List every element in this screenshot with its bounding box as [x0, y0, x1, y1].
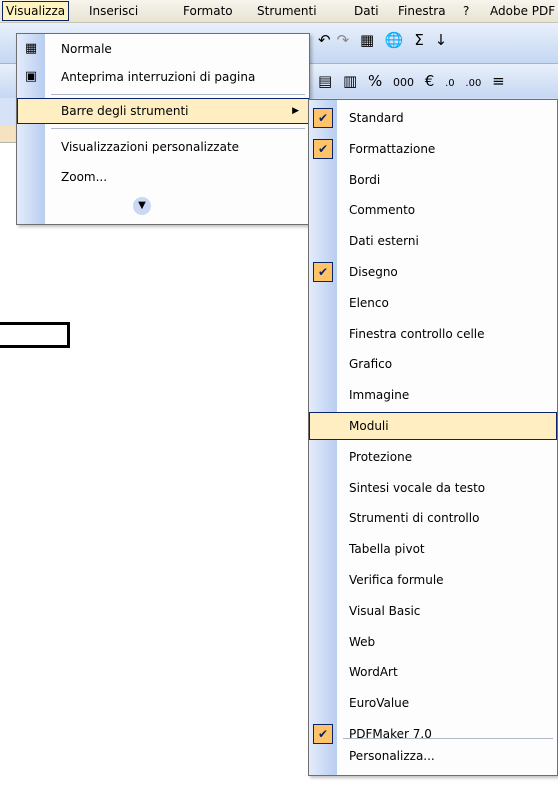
increase-decimal-icon[interactable]: .0	[445, 78, 455, 89]
submenu-item-label: Elenco	[349, 295, 389, 310]
submenu-item-grafico[interactable]: ✔Grafico	[309, 350, 557, 378]
submenu-item-tabella-pivot[interactable]: ✔Tabella pivot	[309, 535, 557, 563]
checkmark-icon: ✔	[313, 138, 333, 159]
menu-gutter	[17, 34, 45, 224]
undo-icon[interactable]: ↶	[318, 31, 331, 49]
submenu-item-standard[interactable]: ✔ Standard	[309, 104, 557, 132]
submenu-item-commento[interactable]: ✔Commento	[309, 196, 557, 224]
menu-item-anteprima[interactable]: ▣ Anteprima interruzioni di pagina	[17, 64, 309, 90]
submenu-item-immagine[interactable]: ✔Immagine	[309, 381, 557, 409]
submenu-item-label: Grafico	[349, 357, 393, 372]
normal-view-icon: ▦	[24, 41, 38, 56]
menu-strumenti[interactable]: Strumenti	[257, 3, 317, 19]
submenu-item-strumenti-di-controllo[interactable]: ✔Strumenti di controllo	[309, 504, 557, 532]
submenu-item-finestra-controllo-celle[interactable]: ✔Finestra controllo celle	[309, 320, 557, 348]
menu-formato[interactable]: Formato	[183, 3, 233, 19]
submenu-item-label: Sintesi vocale da testo	[349, 480, 486, 495]
submenu-item-personalizza[interactable]: ✔Personalizza...	[309, 742, 557, 770]
view-menu: ▦ Normale ▣ Anteprima interruzioni di pa…	[16, 33, 310, 225]
menu-separator	[51, 128, 305, 129]
submenu-item-label: Formattazione	[349, 141, 436, 156]
indent-icon[interactable]: ≡	[492, 72, 505, 90]
page-break-preview-icon: ▣	[24, 69, 38, 84]
submenu-item-bordi[interactable]: ✔Bordi	[309, 166, 557, 194]
menu-adobe-pdf[interactable]: Adobe PDF	[490, 3, 555, 19]
merge-cells-icon[interactable]: ▤	[318, 72, 332, 90]
submenu-item-label: Finestra controllo celle	[349, 326, 485, 341]
menu-finestra[interactable]: Finestra	[398, 3, 446, 19]
double-chevron-down-icon[interactable]: ▼	[133, 197, 151, 215]
submenu-item-eurovalue[interactable]: ✔EuroValue	[309, 689, 557, 717]
checkmark-icon: ✔	[313, 262, 333, 282]
submenu-item-verifica-formule[interactable]: ✔Verifica formule	[309, 566, 557, 594]
submenu-item-label: EuroValue	[349, 696, 410, 711]
submenu-item-label: Dati esterni	[349, 234, 419, 249]
menu-item-visualizzazioni[interactable]: Visualizzazioni personalizzate	[17, 134, 309, 160]
menu-separator	[51, 94, 305, 95]
submenu-item-label: Bordi	[349, 172, 381, 187]
submenu-item-label: Moduli	[349, 419, 389, 433]
menu-bar: Visualizza Inserisci Formato Strumenti D…	[0, 0, 558, 23]
menu-item-normale[interactable]: ▦ Normale	[17, 36, 309, 62]
submenu-item-disegno[interactable]: ✔ Disegno	[309, 258, 557, 286]
submenu-item-label: Commento	[349, 203, 416, 218]
submenu-item-label: Protezione	[349, 449, 413, 464]
submenu-item-visual-basic[interactable]: ✔Visual Basic	[309, 597, 557, 625]
submenu-item-formattazione[interactable]: ✔ Formattazione	[309, 135, 557, 163]
menu-item-label: Zoom...	[61, 170, 108, 184]
menu-item-label: Barre degli strumenti	[61, 104, 189, 118]
submenu-item-label: Disegno	[349, 265, 398, 279]
submenu-item-sintesi-vocale-da-testo[interactable]: ✔Sintesi vocale da testo	[309, 474, 557, 502]
sort-ascending-icon[interactable]: ↓	[435, 31, 448, 49]
submenu-item-label: Standard	[349, 111, 404, 125]
submenu-arrow-icon: ▶	[292, 106, 299, 116]
submenu-item-protezione[interactable]: ✔Protezione	[309, 443, 557, 471]
menu-item-label: Anteprima interruzioni di pagina	[61, 70, 256, 84]
copy-format-icon[interactable]: ▦	[360, 31, 374, 49]
submenu-item-elenco[interactable]: ✔Elenco	[309, 289, 557, 317]
submenu-item-label: Tabella pivot	[349, 542, 425, 557]
submenu-item-label: Visual Basic	[349, 603, 421, 618]
checkmark-icon: ✔	[313, 724, 333, 744]
hyperlink-icon[interactable]: 🌐	[385, 31, 404, 49]
menu-item-label: Normale	[61, 42, 112, 56]
menu-item-zoom[interactable]: Zoom...	[17, 164, 309, 190]
redo-icon[interactable]: ↷	[337, 31, 350, 49]
submenu-item-moduli[interactable]: ✔Moduli	[309, 412, 557, 440]
menu-separator	[343, 738, 553, 739]
checkmark-icon: ✔	[313, 108, 333, 128]
autosum-icon[interactable]: Σ	[414, 31, 423, 49]
percent-icon[interactable]: %	[368, 72, 382, 90]
decrease-decimal-icon[interactable]: .00	[465, 78, 481, 89]
submenu-item-web[interactable]: ✔Web	[309, 628, 557, 656]
menu-item-barre-strumenti[interactable]: Barre degli strumenti ▶	[17, 98, 309, 124]
menu-dati[interactable]: Dati	[354, 3, 379, 19]
currency-icon[interactable]: ▥	[343, 72, 357, 90]
selected-cell-border[interactable]	[0, 322, 70, 348]
submenu-item-label: Immagine	[349, 388, 410, 403]
submenu-item-label: Web	[349, 634, 376, 649]
submenu-item-label: Verifica formule	[349, 573, 444, 587]
toolbars-submenu: ✔Standard✔Formattazione✔Bordi✔Commento✔D…	[308, 99, 558, 776]
submenu-item-wordart[interactable]: ✔WordArt	[309, 658, 557, 686]
submenu-item-label: WordArt	[349, 665, 398, 680]
menu-visualizza[interactable]: Visualizza	[2, 1, 70, 21]
thousands-icon[interactable]: 000	[393, 76, 414, 89]
submenu-item-label: Strumenti di controllo	[349, 511, 480, 526]
euro-icon[interactable]: €	[425, 72, 435, 90]
submenu-item-dati-esterni[interactable]: ✔Dati esterni	[309, 227, 557, 255]
menu-item-label: Visualizzazioni personalizzate	[61, 140, 240, 154]
menu-inserisci[interactable]: Inserisci	[89, 3, 138, 19]
menu-help[interactable]: ?	[463, 3, 469, 19]
submenu-item-label: Personalizza...	[349, 749, 435, 763]
